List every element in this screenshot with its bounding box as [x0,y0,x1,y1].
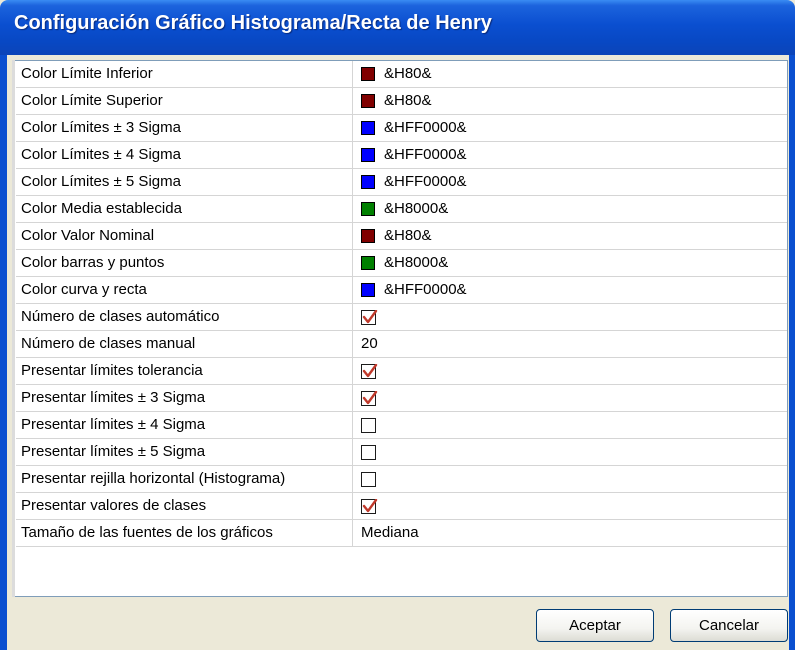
checkmark-icon [362,309,378,323]
property-value[interactable]: &H8000& [353,196,787,222]
property-value-text: 20 [361,335,378,352]
property-label: Presentar valores de clases [16,493,353,519]
window-title: Configuración Gráfico Histograma/Recta d… [14,12,492,34]
color-swatch[interactable] [361,148,375,162]
property-value[interactable]: &HFF0000& [353,115,787,141]
checkbox-checked[interactable] [361,390,378,406]
checkbox-unchecked[interactable] [361,444,376,460]
property-value[interactable]: Mediana [353,520,787,546]
property-value[interactable]: &HFF0000& [353,169,787,195]
property-row[interactable]: Presentar límites tolerancia [16,358,787,385]
property-row[interactable]: Número de clases manual 20 [16,331,787,358]
grid-left-edge [12,60,15,597]
color-value-text: &H80& [384,65,432,82]
cancel-button[interactable]: Cancelar [670,609,788,642]
property-label: Color Límite Inferior [16,61,353,87]
color-value-text: &H8000& [384,254,449,271]
property-label: Presentar límites ± 4 Sigma [16,412,353,438]
property-value[interactable]: &HFF0000& [353,277,787,303]
property-value[interactable]: &HFF0000& [353,142,787,168]
settings-dialog: Configuración Gráfico Histograma/Recta d… [0,0,795,650]
property-rows: Color Límite Inferior &H80& Color Límite S… [16,61,787,547]
property-value[interactable]: &H8000& [353,250,787,276]
property-value[interactable] [353,412,787,438]
property-row[interactable]: Color Límites ± 5 Sigma &HFF0000& [16,169,787,196]
property-value[interactable]: 20 [353,331,787,357]
checkmark-icon [362,498,378,512]
property-value-text: Mediana [361,524,419,541]
property-value[interactable] [353,466,787,492]
property-label: Color Valor Nominal [16,223,353,249]
property-label: Presentar límites ± 3 Sigma [16,385,353,411]
property-row[interactable]: Color barras y puntos &H8000& [16,250,787,277]
property-label: Color Media establecida [16,196,353,222]
color-swatch[interactable] [361,175,375,189]
color-swatch[interactable] [361,67,375,81]
property-label: Color Límite Superior [16,88,353,114]
property-label: Presentar rejilla horizontal (Histograma… [16,466,353,492]
window-frame-left [0,55,7,650]
property-grid: Color Límite Inferior &H80& Color Límite S… [12,60,788,597]
property-row[interactable]: Presentar límites ± 3 Sigma [16,385,787,412]
property-row[interactable]: Color Valor Nominal &H80& [16,223,787,250]
color-value-text: &HFF0000& [384,281,467,298]
property-label: Tamaño de las fuentes de los gráficos [16,520,353,546]
checkbox-checked[interactable] [361,498,378,514]
property-value[interactable]: &H80& [353,88,787,114]
property-row[interactable]: Color Media establecida &H8000& [16,196,787,223]
property-label: Color Límites ± 4 Sigma [16,142,353,168]
property-label: Presentar límites tolerancia [16,358,353,384]
property-row[interactable]: Presentar rejilla horizontal (Histograma… [16,466,787,493]
color-value-text: &H8000& [384,200,449,217]
checkmark-icon [362,363,378,377]
property-label: Color curva y recta [16,277,353,303]
color-swatch[interactable] [361,94,375,108]
color-swatch[interactable] [361,229,375,243]
property-row[interactable]: Presentar límites ± 4 Sigma [16,412,787,439]
property-row[interactable]: Presentar límites ± 5 Sigma [16,439,787,466]
accept-button[interactable]: Aceptar [536,609,654,642]
property-value[interactable] [353,304,787,330]
checkbox-unchecked[interactable] [361,417,376,433]
checkbox-checked[interactable] [361,309,378,325]
color-swatch[interactable] [361,121,375,135]
checkbox-unchecked[interactable] [361,471,376,487]
property-label: Número de clases automático [16,304,353,330]
color-swatch[interactable] [361,283,375,297]
property-row[interactable]: Color Límites ± 4 Sigma &HFF0000& [16,142,787,169]
property-row[interactable]: Tamaño de las fuentes de los gráficos Med… [16,520,787,547]
property-label: Color barras y puntos [16,250,353,276]
property-row[interactable]: Color curva y recta &HFF0000& [16,277,787,304]
color-swatch[interactable] [361,256,375,270]
property-value[interactable] [353,358,787,384]
color-swatch[interactable] [361,202,375,216]
property-row[interactable]: Color Límite Superior &H80& [16,88,787,115]
property-label: Número de clases manual [16,331,353,357]
property-value[interactable] [353,439,787,465]
window-frame-right [789,55,795,650]
color-value-text: &H80& [384,227,432,244]
checkbox-checked[interactable] [361,363,378,379]
property-label: Presentar límites ± 5 Sigma [16,439,353,465]
color-value-text: &HFF0000& [384,146,467,163]
property-value[interactable] [353,385,787,411]
property-row[interactable]: Número de clases automático [16,304,787,331]
property-row[interactable]: Presentar valores de clases [16,493,787,520]
property-label: Color Límites ± 3 Sigma [16,115,353,141]
property-row[interactable]: Color Límites ± 3 Sigma &HFF0000& [16,115,787,142]
color-value-text: &HFF0000& [384,119,467,136]
property-value[interactable]: &H80& [353,223,787,249]
title-bar[interactable]: Configuración Gráfico Histograma/Recta d… [0,0,795,55]
property-value[interactable] [353,493,787,519]
color-value-text: &H80& [384,92,432,109]
property-label: Color Límites ± 5 Sigma [16,169,353,195]
color-value-text: &HFF0000& [384,173,467,190]
checkmark-icon [362,390,378,404]
property-value[interactable]: &H80& [353,61,787,87]
property-row[interactable]: Color Límite Inferior &H80& [16,61,787,88]
